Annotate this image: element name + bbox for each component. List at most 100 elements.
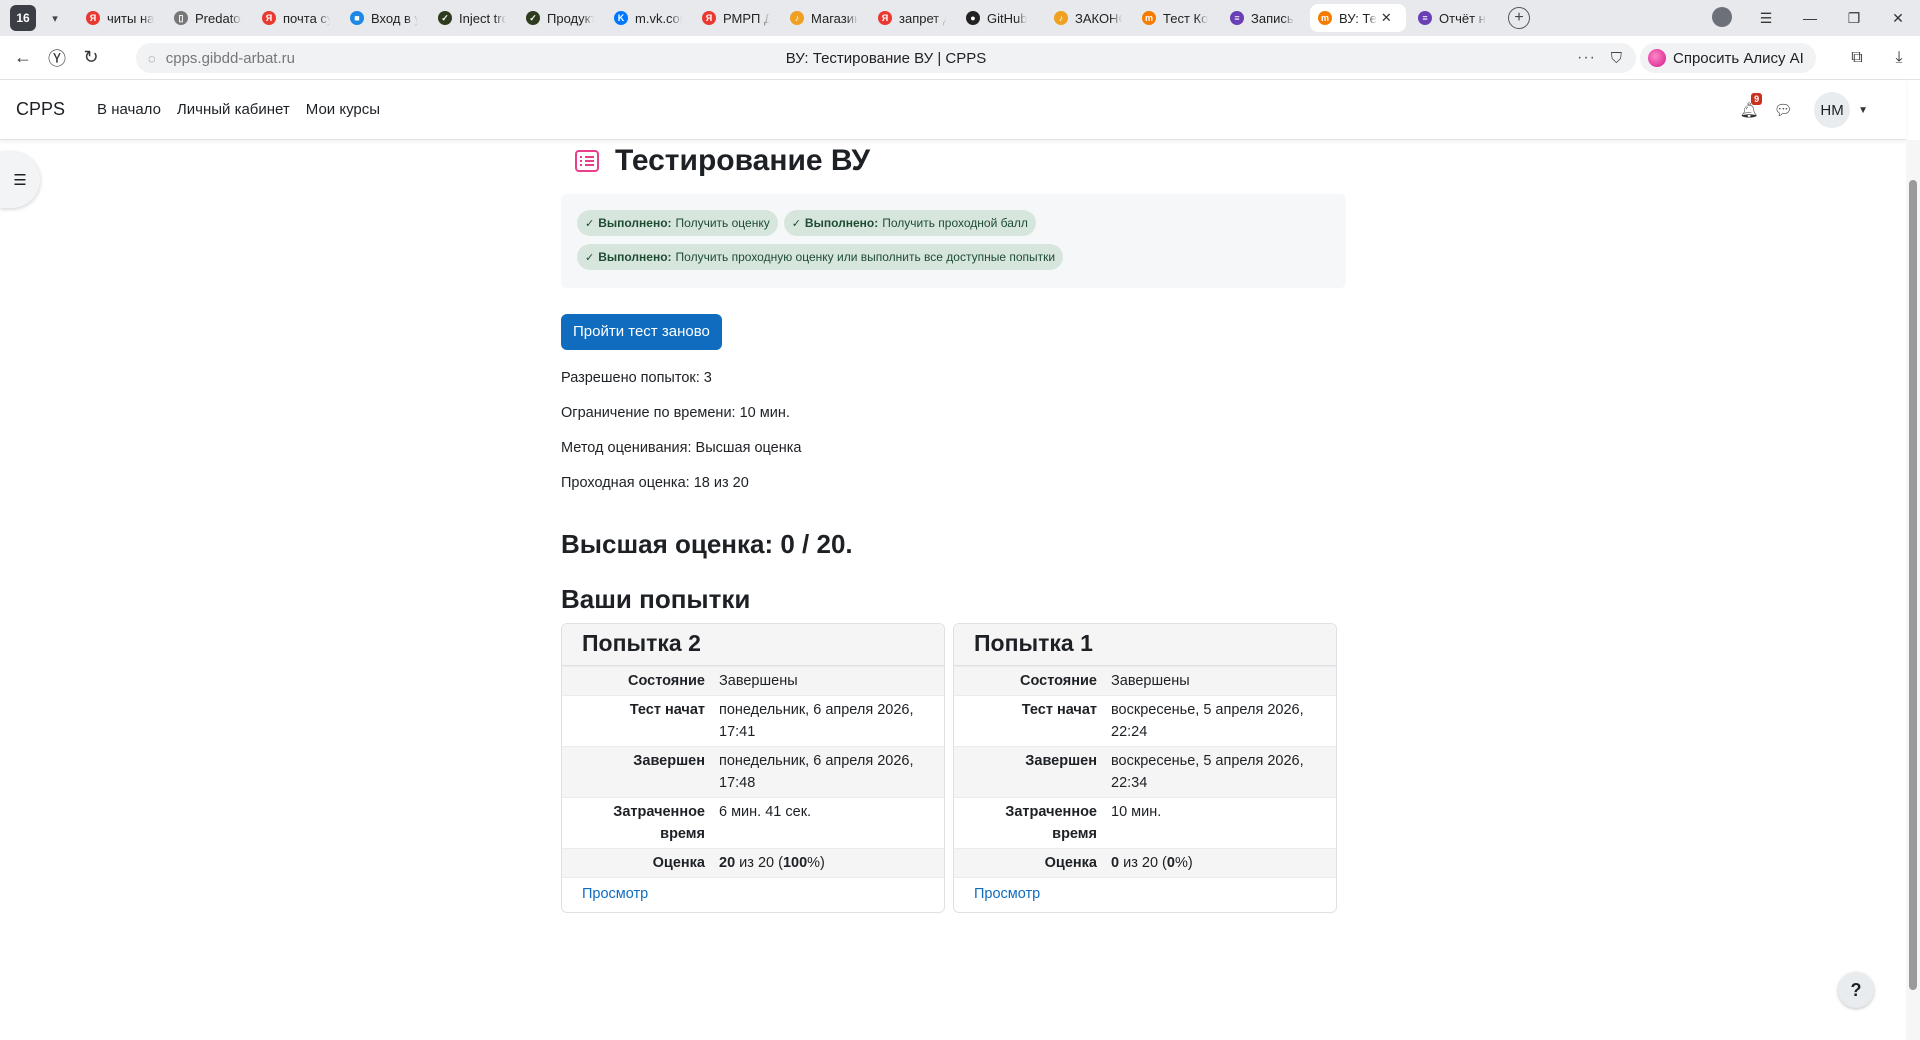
grade-mid: из 20 ( xyxy=(1119,855,1167,871)
browser-actions: ⧉ ⤓ xyxy=(1836,41,1920,75)
grade-value: 0 из 20 (0%) xyxy=(1104,848,1336,877)
profile-icon[interactable] xyxy=(1700,6,1744,30)
check-icon: ✓ xyxy=(585,251,595,264)
row-value: 6 мин. 41 сек. xyxy=(712,797,944,849)
back-icon[interactable]: ← xyxy=(6,41,40,75)
browser-tab[interactable]: ● GitHub xyxy=(958,4,1042,32)
address-bar: ← Ⓨ ↻ ◌ cpps.gibdd-arbat.ru ВУ: Тестиров… xyxy=(0,36,1920,80)
browser-tab[interactable]: Я РМРП Д xyxy=(694,4,778,32)
completion-badge: ✓ Выполнено: Получить проходную оценку или… xyxy=(577,244,1064,270)
best-grade: Высшая оценка: 0 / 20. xyxy=(561,529,853,559)
messages-icon[interactable]: 💬︎ xyxy=(1768,101,1798,119)
grading-method: Метод оценивания: Высшая оценка xyxy=(561,440,802,456)
tab-favicon-icon: ≡ xyxy=(1230,11,1244,25)
user-area: 🔔︎ 9 💬︎ НМ ▼ xyxy=(1734,80,1868,140)
attempt-summary-table: Состояние Завершены Тест начат понедельник… xyxy=(562,666,944,877)
grade-end: %) xyxy=(1174,855,1193,871)
tab-label: m.vk.com xyxy=(635,10,682,26)
site-navbar: CPPS В начало Личный кабинет Мои курсы 🔔… xyxy=(0,80,1906,140)
tab-counter[interactable]: 16 xyxy=(10,5,36,31)
table-row: Завершен воскресенье, 5 апреля 2026, 22:3… xyxy=(954,746,1336,798)
download-icon[interactable]: ⤓ xyxy=(1878,41,1920,75)
tab-label: ЗАКОНС xyxy=(1075,10,1122,26)
grade-mid: из 20 ( xyxy=(735,855,783,871)
tabs-dropdown-icon[interactable]: ▾ xyxy=(44,7,66,29)
tab-favicon-icon: ▯ xyxy=(174,11,188,25)
browser-tab-active[interactable]: m ВУ: Те ✕ xyxy=(1310,4,1406,32)
nav-my-courses[interactable]: Мои курсы xyxy=(306,101,380,118)
bookmark-icon[interactable]: ⛉ xyxy=(1611,50,1622,67)
tab-label: Inject tro xyxy=(459,10,506,26)
tab-favicon-icon: Я xyxy=(262,11,276,25)
site-info-icon[interactable]: ◌ xyxy=(148,51,156,66)
close-window-icon[interactable]: ✕ xyxy=(1876,10,1920,27)
close-tab-icon[interactable]: ✕ xyxy=(1381,10,1392,26)
tab-label: Тест Ко xyxy=(1163,10,1209,26)
grade-percent: 100 xyxy=(782,855,808,871)
minimize-icon[interactable]: — xyxy=(1788,10,1832,26)
completion-text: Получить проходную оценку или выполнить … xyxy=(675,250,1056,264)
browser-tab[interactable]: ♪ Магазин xyxy=(782,4,866,32)
browser-tab[interactable]: Km.vk.com xyxy=(606,4,690,32)
window-controls: ☰ — ❐ ✕ xyxy=(1700,0,1920,36)
avatar[interactable]: НМ xyxy=(1814,92,1851,128)
completion-text: Получить оценку xyxy=(675,216,770,230)
tab-favicon-icon: ≡ xyxy=(1418,11,1432,25)
completion-text: Получить проходной балл xyxy=(882,216,1028,230)
page-title: Тестирование ВУ xyxy=(615,144,871,177)
notifications-bell-icon[interactable]: 🔔︎ 9 xyxy=(1734,93,1764,119)
attempt-summary-table: Состояние Завершены Тест начат воскресенье… xyxy=(954,666,1336,877)
scrollbar-thumb[interactable] xyxy=(1909,180,1917,990)
menu-icon[interactable]: ☰ xyxy=(1744,10,1788,27)
row-value: воскресенье, 5 апреля 2026, 22:24 xyxy=(1104,695,1336,747)
tab-favicon-icon: ■ xyxy=(350,11,364,25)
tab-label: GitHub xyxy=(987,10,1028,26)
ask-alice-button[interactable]: Спросить Алису AI xyxy=(1640,43,1816,73)
review-link[interactable]: Просмотр xyxy=(954,877,1336,912)
browser-tab[interactable]: ▯ Predator xyxy=(166,4,250,32)
review-link[interactable]: Просмотр xyxy=(562,877,944,912)
row-label: Оценка xyxy=(954,848,1104,877)
collections-icon[interactable]: ⧉ xyxy=(1836,41,1878,75)
table-row: Затраченное время 10 мин. xyxy=(954,797,1336,849)
browser-tab[interactable]: m Тест Ко xyxy=(1134,4,1218,32)
browser-tab[interactable]: ♪ ЗАКОНС xyxy=(1046,4,1130,32)
browser-tab[interactable]: Язапрет д xyxy=(870,4,954,32)
chevron-down-icon[interactable]: ▼ xyxy=(1858,105,1868,116)
browser-tab[interactable]: ≡ Запись xyxy=(1222,4,1306,32)
help-button[interactable]: ? xyxy=(1838,972,1874,1008)
grade-score: 20 xyxy=(719,855,736,871)
site-brand[interactable]: CPPS xyxy=(16,99,65,120)
row-label: Состояние xyxy=(954,666,1104,696)
url-field[interactable]: ◌ cpps.gibdd-arbat.ru ВУ: Тестирование В… xyxy=(136,43,1636,73)
restore-icon[interactable]: ❐ xyxy=(1832,10,1876,27)
more-icon[interactable]: ··· xyxy=(1577,49,1596,67)
yandex-icon[interactable]: Ⓨ xyxy=(40,41,74,75)
quiz-icon xyxy=(573,147,601,175)
tab-label: Магазин xyxy=(811,10,858,26)
attempt-card: Попытка 2 Состояние Завершены Тест начат п… xyxy=(561,623,945,913)
table-row: Оценка 20 из 20 (100%) xyxy=(562,848,944,877)
tab-favicon-icon: ✓ xyxy=(526,11,540,25)
attempts-allowed: Разрешено попыток: 3 xyxy=(561,370,712,386)
course-index-toggle[interactable]: ☰ xyxy=(0,152,40,208)
browser-tab[interactable]: Япочта су xyxy=(254,4,338,32)
reload-icon[interactable]: ↻ xyxy=(74,41,108,75)
row-label: Завершен xyxy=(954,746,1104,798)
nav-dashboard[interactable]: Личный кабинет xyxy=(177,101,290,118)
url-text: cpps.gibdd-arbat.ru xyxy=(165,49,295,67)
tab-label: Запись xyxy=(1251,10,1294,26)
attempt-title: Попытка 1 xyxy=(954,624,1336,666)
attempt-title: Попытка 2 xyxy=(562,624,944,666)
completion-badge: ✓ Выполнено: Получить проходной балл xyxy=(783,210,1036,236)
tab-favicon-icon: m xyxy=(1142,11,1156,25)
browser-tab[interactable]: ≡ Отчёт на xyxy=(1410,4,1494,32)
new-tab-button[interactable]: + xyxy=(1508,7,1530,29)
tab-label: Вход в у xyxy=(371,10,418,26)
nav-home[interactable]: В начало xyxy=(97,101,161,118)
browser-tab[interactable]: ✓ Inject tro xyxy=(430,4,514,32)
browser-tab[interactable]: Ячиты на xyxy=(78,4,162,32)
browser-tab[interactable]: ■ Вход в у xyxy=(342,4,426,32)
retake-quiz-button[interactable]: Пройти тест заново xyxy=(561,314,722,350)
browser-tab[interactable]: ✓ Продукт xyxy=(518,4,602,32)
